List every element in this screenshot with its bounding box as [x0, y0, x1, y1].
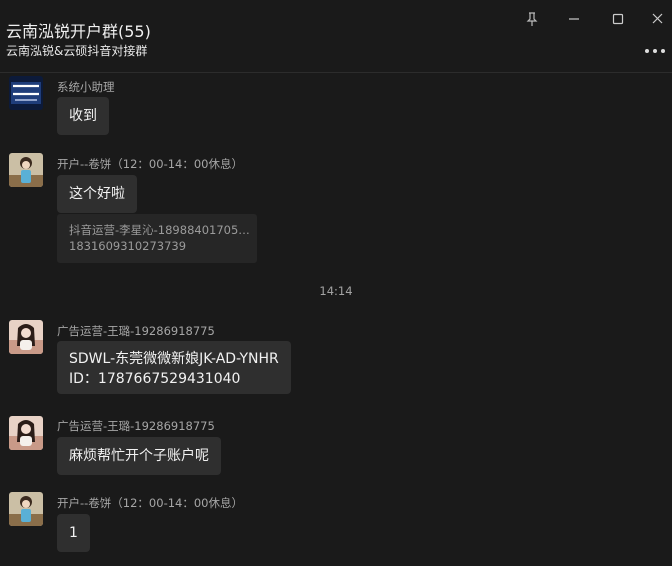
minimize-icon[interactable]: [562, 10, 586, 28]
message-text-line: ID：1787667529431040: [69, 371, 241, 387]
message-bubble[interactable]: 收到: [57, 97, 109, 135]
quoted-message[interactable]: 抖音运营-李星沁-18988401705: ... 18316093102737…: [57, 214, 257, 263]
pin-icon[interactable]: [520, 10, 544, 28]
user-avatar-juanbing[interactable]: [9, 153, 43, 187]
chat-header: 云南泓锐开户群(55) 云南泓锐&云硕抖音对接群: [0, 0, 672, 73]
message-text-line: SDWL-东莞微微新娘JK-AD-YNHR: [69, 351, 279, 367]
message-bubble[interactable]: 这个好啦: [57, 175, 137, 213]
user-avatar-wanglu[interactable]: [9, 320, 43, 354]
sender-name: 系统小助理: [57, 80, 115, 94]
message-timestamp: 14:14: [319, 284, 353, 298]
message-bubble[interactable]: 1: [57, 514, 90, 552]
chat-title[interactable]: 云南泓锐开户群(55): [6, 18, 151, 42]
system-assistant-avatar[interactable]: [9, 76, 43, 110]
user-avatar-wanglu[interactable]: [9, 416, 43, 450]
sender-name: 广告运营-王璐-19286918775: [57, 419, 215, 433]
sender-name: 开户--卷饼（12：00-14：00休息）: [57, 496, 243, 510]
maximize-icon[interactable]: [606, 10, 630, 28]
sender-name: 开户--卷饼（12：00-14：00休息）: [57, 157, 243, 171]
message-bubble[interactable]: SDWL-东莞微微新娘JK-AD-YNHR ID：178766752943104…: [57, 341, 291, 394]
user-avatar-juanbing[interactable]: [9, 492, 43, 526]
more-options-icon[interactable]: [643, 44, 667, 58]
chat-subtitle: 云南泓锐&云硕抖音对接群: [6, 44, 148, 58]
quoted-message-line: 1831609310273739: [69, 239, 187, 253]
quoted-message-line: 抖音运营-李星沁-18988401705: ...: [69, 223, 251, 237]
close-icon[interactable]: [646, 10, 670, 28]
message-bubble[interactable]: 麻烦帮忙开个子账户呢: [57, 437, 221, 475]
sender-name: 广告运营-王璐-19286918775: [57, 324, 215, 338]
